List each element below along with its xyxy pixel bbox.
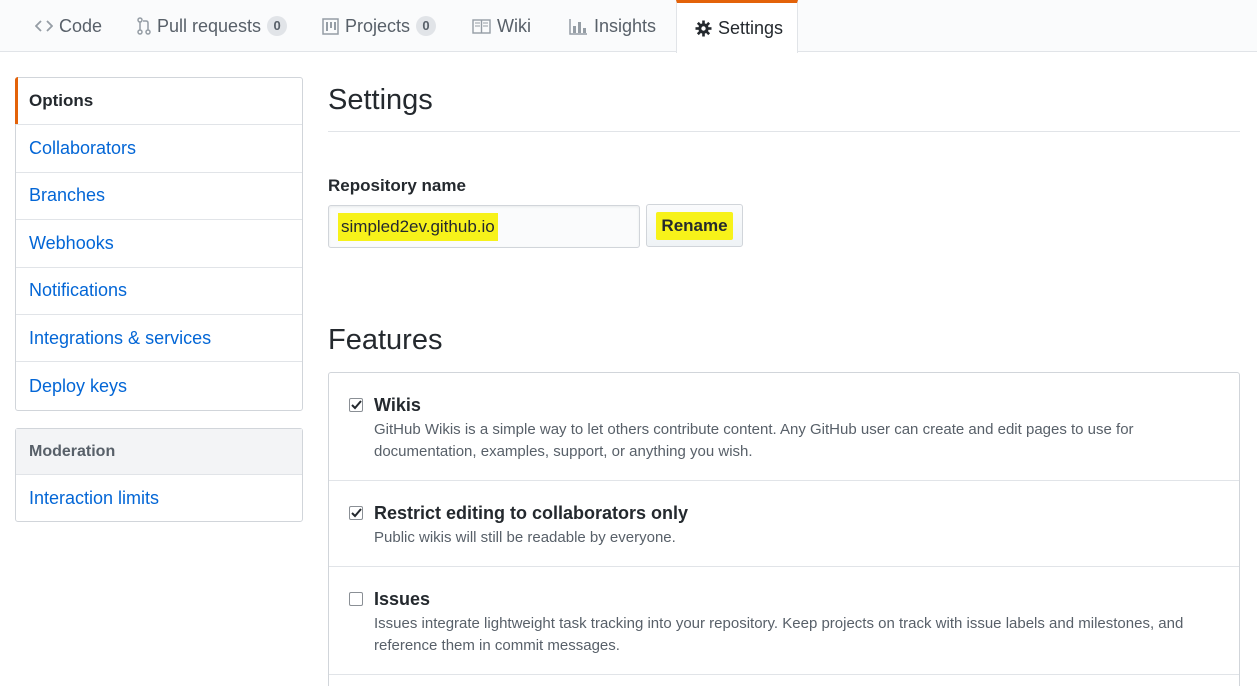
tab-wiki[interactable]: Wiki	[472, 0, 531, 52]
sidebar-item-notifications[interactable]: Notifications	[16, 268, 302, 315]
tab-label: Wiki	[497, 15, 531, 36]
tab-projects[interactable]: Projects 0	[322, 0, 437, 52]
sidebar-item-label: Collaborators	[29, 138, 137, 159]
restrict-editing-checkbox[interactable]	[349, 506, 363, 520]
gear-icon	[695, 20, 712, 37]
sidebar-item-label: Interaction limits	[29, 487, 160, 508]
check-icon	[350, 400, 362, 410]
feature-description: GitHub Wikis is a simple way to let othe…	[374, 421, 1134, 460]
moderation-menu: Moderation Interaction limits	[15, 428, 303, 522]
feature-wikis: Wikis GitHub Wikis is a simple way to le…	[329, 373, 1239, 481]
moderation-heading: Moderation	[16, 429, 302, 475]
features-box: Wikis GitHub Wikis is a simple way to le…	[328, 372, 1240, 686]
feature-title: Wikis	[374, 395, 421, 415]
project-icon	[322, 17, 339, 35]
feature-issues: Issues Issues integrate lightweight task…	[329, 567, 1239, 675]
rename-button-label: Rename	[656, 211, 733, 240]
feature-restrict-editing: Restrict editing to collaborators only P…	[329, 481, 1239, 567]
repo-name-input[interactable]: simpled2ev.github.io	[328, 205, 640, 248]
book-icon	[472, 18, 491, 34]
sidebar-item-label: Webhooks	[29, 232, 114, 253]
check-icon	[350, 508, 362, 518]
feature-description: Public wikis will still be readable by e…	[374, 529, 676, 546]
tab-label: Insights	[594, 15, 657, 36]
rename-button[interactable]: Rename	[646, 204, 743, 247]
feature-description: Issues integrate lightweight task tracki…	[374, 615, 1184, 654]
tab-label: Settings	[718, 17, 784, 38]
feature-title: Issues	[374, 589, 431, 609]
sidebar-item-collaborators[interactable]: Collaborators	[16, 125, 302, 173]
sidebar-item-options[interactable]: Options	[15, 76, 302, 126]
settings-menu: Options Collaborators Branches Webhooks …	[15, 76, 303, 411]
tab-label: Code	[59, 15, 103, 36]
sidebar-item-label: Options	[29, 91, 94, 111]
repo-name-value: simpled2ev.github.io	[338, 212, 498, 241]
wikis-checkbox[interactable]	[349, 398, 363, 412]
title-divider	[328, 131, 1240, 132]
sidebar-item-webhooks[interactable]: Webhooks	[16, 220, 302, 268]
tab-settings[interactable]: Settings	[676, 0, 798, 53]
feature-title: Restrict editing to collaborators only	[374, 503, 689, 523]
code-icon	[35, 19, 53, 33]
sidebar-item-label: Integrations & services	[29, 327, 212, 348]
tab-label: Pull requests	[157, 15, 262, 36]
tab-pull-requests[interactable]: Pull requests 0	[137, 0, 288, 52]
sidebar-item-integrations[interactable]: Integrations & services	[16, 315, 302, 363]
features-title: Features	[328, 324, 443, 356]
tab-code[interactable]: Code	[35, 0, 102, 52]
page-title: Settings	[328, 84, 433, 116]
sidebar-item-branches[interactable]: Branches	[16, 173, 302, 221]
pull-requests-count: 0	[267, 16, 288, 36]
projects-count: 0	[416, 16, 437, 36]
sidebar-item-deploy-keys[interactable]: Deploy keys	[16, 362, 302, 409]
issues-checkbox[interactable]	[349, 592, 363, 606]
sidebar-item-label: Notifications	[29, 280, 128, 301]
pull-request-icon	[137, 17, 151, 35]
sidebar-item-label: Branches	[29, 185, 106, 206]
repo-name-label: Repository name	[328, 176, 466, 195]
sidebar-item-interaction-limits[interactable]: Interaction limits	[16, 475, 302, 521]
graph-icon	[569, 18, 588, 35]
repo-nav-tabs: Code Pull requests 0 Projects 0 Wiki Ins…	[0, 0, 1257, 53]
sidebar-item-label: Deploy keys	[29, 375, 128, 396]
tab-label: Projects	[345, 15, 411, 36]
tab-insights[interactable]: Insights	[569, 0, 656, 52]
